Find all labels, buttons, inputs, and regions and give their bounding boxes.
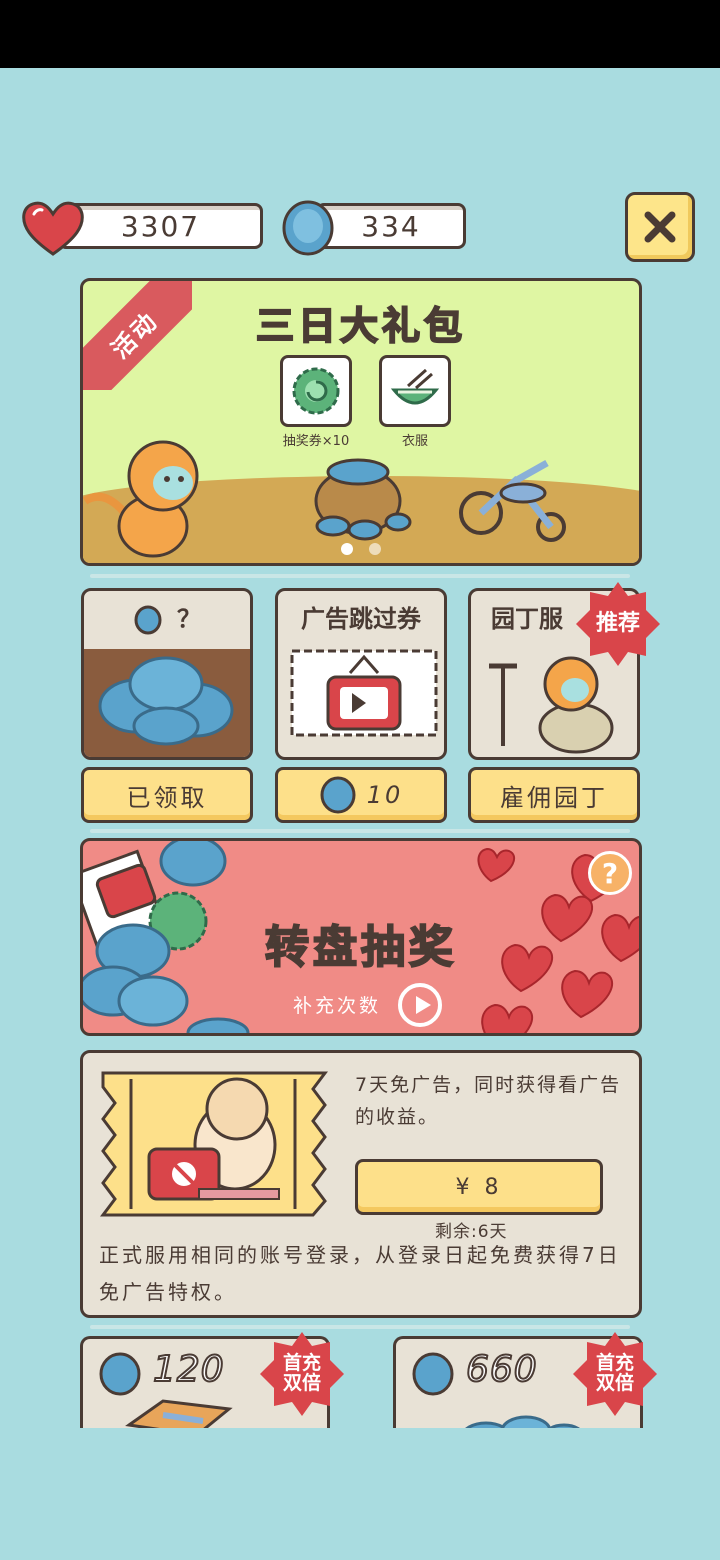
free-coins-title: ？ (84, 599, 250, 635)
pack-amount: 120 (152, 1348, 225, 1391)
buy-ad-skip-button[interactable]: 10 (275, 767, 447, 823)
ad-skip-card[interactable]: 广告跳过券 (275, 588, 447, 760)
tricycle-illustration (459, 459, 566, 542)
pagination-dot[interactable] (369, 543, 381, 555)
claimed-button[interactable]: 已领取 (81, 767, 253, 823)
buy-no-ads-button[interactable]: ¥ 8 (355, 1159, 603, 1215)
no-ads-ticket-illustration (100, 1071, 328, 1217)
no-ads-description: 7天免广告，同时获得看广告的收益。 (355, 1074, 622, 1128)
ad-skip-ticket-icon (290, 649, 438, 737)
lucky-wheel-banner[interactable]: 转盘抽奖 补充次数 ? (80, 838, 642, 1036)
scroll-clip-area (0, 1428, 720, 1560)
recommend-label: 推荐 (595, 611, 640, 637)
no-ads-footnote: 正式服用相同的账号登录，从登录日起免费获得7日免广告特权。 (99, 1243, 621, 1304)
divider (90, 829, 630, 833)
coin-icon (282, 200, 334, 256)
lottery-title: 转盘抽奖 (264, 921, 457, 974)
first-charge-badge: 首充双倍 (258, 1330, 346, 1418)
coins-counter: 334 (278, 198, 478, 258)
coin-icon (134, 605, 162, 635)
first-charge-label: 首充双倍 (282, 1352, 321, 1394)
monkey-illustration (83, 440, 199, 558)
coin-icon (99, 1352, 141, 1396)
lottery-ticket-icon (292, 367, 340, 415)
divider (90, 574, 630, 578)
free-coins-card[interactable]: ？ (81, 588, 253, 760)
coin-sack-illustration (314, 458, 412, 541)
ad-skip-price: 10 (366, 781, 404, 809)
heart-icon (22, 201, 84, 256)
first-charge-badge: 首充双倍 (571, 1330, 659, 1418)
coin-icon (320, 776, 356, 814)
banner-title: 三日大礼包 (255, 303, 466, 349)
divider (90, 1325, 630, 1329)
gift-pack-banner[interactable]: 活动 三日大礼包 抽奖券×10 衣服 (80, 278, 642, 566)
ad-skip-title: 广告跳过券 (301, 605, 421, 633)
coins-value: 334 (316, 203, 466, 249)
pack-amount: 660 (465, 1348, 538, 1391)
reward-outfit (379, 355, 451, 427)
reward-lottery-ticket (280, 355, 352, 427)
close-button[interactable] (625, 192, 695, 262)
outfit-icon (390, 368, 440, 405)
no-ads-panel: 7天免广告，同时获得看广告的收益。 ¥ 8 剩余:6天 正式服用相同的账号登录，… (80, 1050, 642, 1318)
help-icon[interactable]: ? (588, 851, 632, 895)
refill-label: 补充次数 (293, 995, 382, 1017)
play-ad-icon[interactable] (398, 983, 442, 1027)
hearts-counter: 3307 (20, 198, 263, 258)
first-charge-label: 首充双倍 (595, 1352, 634, 1394)
hearts-value: 3307 (58, 203, 263, 249)
coin-pile-illustration (98, 656, 234, 746)
status-bar (0, 0, 720, 68)
coin-icon (412, 1352, 454, 1396)
banner-pagination (341, 543, 381, 555)
recommend-badge: 推荐 (574, 580, 662, 668)
pagination-dot-active[interactable] (341, 543, 353, 555)
hire-gardener-button[interactable]: 雇佣园丁 (468, 767, 640, 823)
close-icon (644, 211, 676, 243)
